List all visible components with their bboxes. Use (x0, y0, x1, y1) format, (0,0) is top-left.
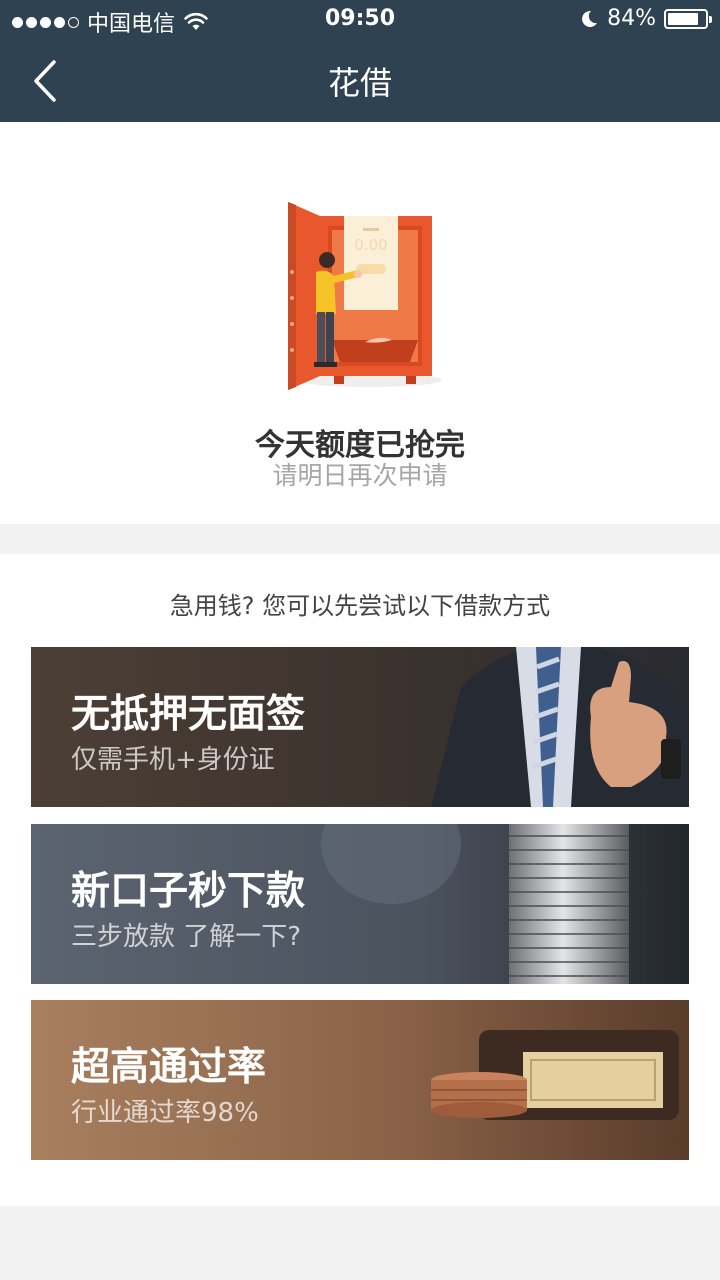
page-title: 花借 (327, 64, 392, 102)
battery-fill (668, 12, 698, 25)
card-title: 超高通过率 (71, 1045, 267, 1090)
card-subtitle: 三步放款 了解一下? (71, 922, 302, 952)
card-title: 新口子秒下款 (71, 869, 306, 914)
moon-icon (582, 10, 598, 27)
amount-display: 0.00 (354, 236, 387, 254)
battery-percent: 84% (607, 6, 656, 31)
safe-illustration: 0.00 (288, 202, 442, 390)
loan-options: 急用钱? 您可以先尝试以下借款方式 无抵押无面签 仅需手机+身份证 新口子秒下款… (0, 554, 720, 1206)
card-title: 无抵押无面签 (71, 692, 306, 737)
notice-subtitle: 请明日再次申请 (272, 461, 448, 490)
options-heading: 急用钱? 您可以先尝试以下借款方式 (169, 592, 551, 620)
option-card-fast-loan[interactable]: 新口子秒下款 三步放款 了解一下? (31, 824, 689, 984)
option-card-high-approval[interactable]: 超高通过率 行业通过率98% (31, 1000, 689, 1160)
card-subtitle: 行业通过率98% (71, 1098, 259, 1128)
status-right: 84% (579, 6, 712, 31)
battery-icon (664, 8, 712, 29)
quota-notice: 0.00 今天额度已抢完 请明日再次申请 (0, 122, 720, 524)
card-subtitle: 仅需手机+身份证 (71, 745, 275, 775)
option-card-no-collateral[interactable]: 无抵押无面签 仅需手机+身份证 (31, 647, 689, 807)
status-bar: 中国电信 09:50 84% (0, 0, 720, 40)
nav-bar: 花借 (0, 40, 720, 122)
